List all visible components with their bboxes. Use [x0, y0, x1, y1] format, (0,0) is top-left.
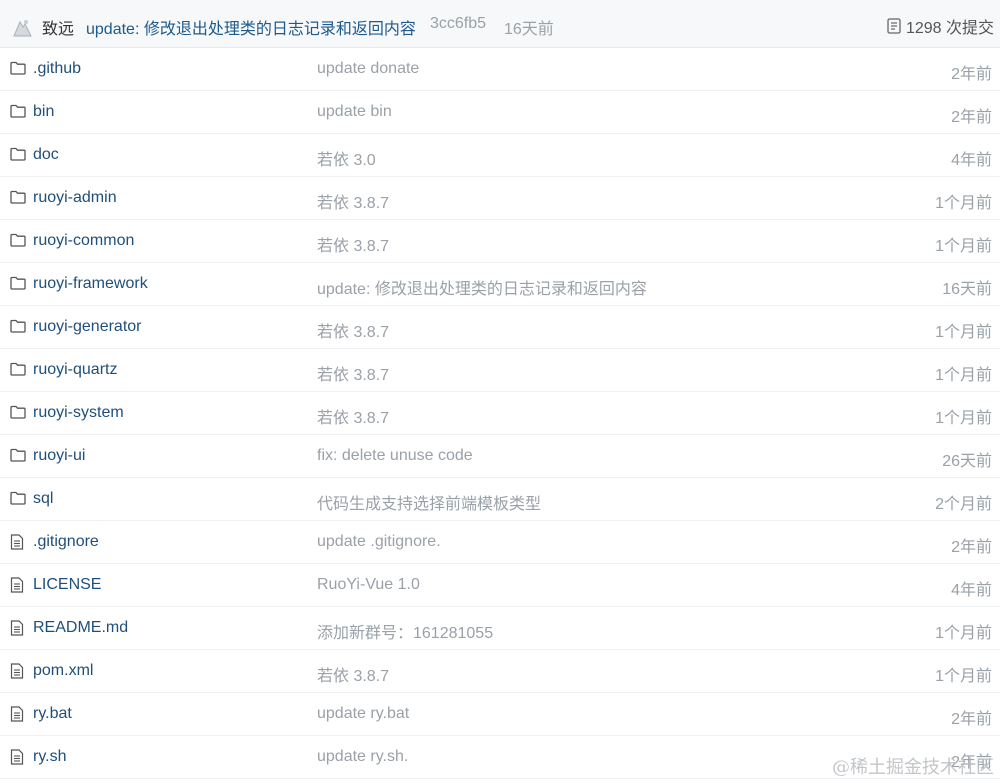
file-commit-time: 26天前: [942, 453, 992, 470]
file-icon: [10, 663, 24, 684]
folder-icon: [10, 233, 26, 252]
file-commit-message[interactable]: 若依 3.8.7: [317, 662, 389, 686]
latest-commit-bar: 致远 update: 修改退出处理类的日志记录和返回内容 3cc6fb5 16天…: [0, 0, 1000, 48]
file-commit-message[interactable]: 若依 3.8.7: [317, 232, 389, 256]
file-name-link[interactable]: README.md: [33, 619, 128, 637]
file-name-link[interactable]: ruoyi-generator: [33, 318, 142, 336]
commit-log-icon: [887, 18, 901, 34]
file-commit-message[interactable]: 若依 3.8.7: [317, 404, 389, 428]
file-commit-time: 1个月前: [935, 668, 992, 685]
commit-time: 16天前: [504, 21, 554, 38]
file-commit-message[interactable]: update bin: [317, 103, 392, 121]
file-commit-message[interactable]: 若依 3.8.7: [317, 189, 389, 213]
commit-message-link[interactable]: update: 修改退出处理类的日志记录和返回内容: [86, 15, 416, 39]
file-name-link[interactable]: bin: [33, 103, 54, 121]
file-row[interactable]: ruoyi-common 若依 3.8.7 1个月前: [0, 220, 1000, 263]
folder-icon: [10, 276, 26, 295]
file-name-link[interactable]: LICENSE: [33, 576, 101, 594]
file-commit-time: 2年前: [951, 66, 992, 83]
file-commit-message[interactable]: fix: delete unuse code: [317, 447, 473, 465]
folder-icon: [10, 319, 26, 338]
file-commit-message[interactable]: update ry.bat: [317, 705, 409, 723]
file-icon: [10, 534, 24, 555]
file-row[interactable]: sql 代码生成支持选择前端模板类型 2个月前: [0, 478, 1000, 521]
folder-icon: [10, 448, 26, 467]
file-row[interactable]: bin update bin 2年前: [0, 91, 1000, 134]
folder-icon: [10, 147, 26, 166]
file-commit-message[interactable]: update ry.sh.: [317, 748, 408, 766]
commit-count-link[interactable]: 1298 次提交: [887, 14, 994, 38]
file-name-link[interactable]: sql: [33, 490, 53, 508]
file-name-link[interactable]: ruoyi-common: [33, 232, 134, 250]
file-commit-message[interactable]: 添加新群号：161281055: [317, 619, 493, 643]
file-commit-time: 4年前: [951, 152, 992, 169]
file-row[interactable]: .github update donate 2年前: [0, 48, 1000, 91]
file-commit-message[interactable]: 若依 3.0: [317, 146, 376, 170]
file-icon: [10, 620, 24, 641]
commit-author[interactable]: 致远: [42, 15, 74, 39]
file-row[interactable]: doc 若依 3.0 4年前: [0, 134, 1000, 177]
file-name-link[interactable]: ruoyi-framework: [33, 275, 148, 293]
file-row[interactable]: README.md 添加新群号：161281055 1个月前: [0, 607, 1000, 650]
file-icon: [10, 706, 24, 727]
file-row[interactable]: ruoyi-generator 若依 3.8.7 1个月前: [0, 306, 1000, 349]
file-name-link[interactable]: doc: [33, 146, 59, 164]
file-name-link[interactable]: ruoyi-ui: [33, 447, 85, 465]
file-commit-time: 16天前: [942, 281, 992, 298]
file-commit-time: 1个月前: [935, 410, 992, 427]
file-name-link[interactable]: ruoyi-quartz: [33, 361, 117, 379]
file-commit-time: 2年前: [951, 109, 992, 126]
file-row[interactable]: LICENSE RuoYi-Vue 1.0 4年前: [0, 564, 1000, 607]
file-row[interactable]: ry.bat update ry.bat 2年前: [0, 693, 1000, 736]
folder-icon: [10, 491, 26, 510]
file-commit-message[interactable]: 若依 3.8.7: [317, 361, 389, 385]
file-icon: [10, 749, 24, 770]
folder-icon: [10, 405, 26, 424]
file-commit-message[interactable]: update donate: [317, 60, 419, 78]
file-commit-time: 1个月前: [935, 367, 992, 384]
file-row[interactable]: pom.xml 若依 3.8.7 1个月前: [0, 650, 1000, 693]
file-name-link[interactable]: ruoyi-admin: [33, 189, 117, 207]
file-name-link[interactable]: .gitignore: [33, 533, 99, 551]
file-commit-time: 1个月前: [935, 238, 992, 255]
folder-icon: [10, 61, 26, 80]
file-commit-time: 1个月前: [935, 324, 992, 341]
file-commit-time: 4年前: [951, 582, 992, 599]
file-row[interactable]: ruoyi-ui fix: delete unuse code 26天前: [0, 435, 1000, 478]
file-name-link[interactable]: ruoyi-system: [33, 404, 124, 422]
commit-count: 1298 次提交: [905, 20, 994, 37]
file-commit-message[interactable]: update .gitignore.: [317, 533, 441, 551]
file-name-link[interactable]: ry.sh: [33, 748, 66, 766]
file-row[interactable]: ruoyi-quartz 若依 3.8.7 1个月前: [0, 349, 1000, 392]
file-name-link[interactable]: .github: [33, 60, 81, 78]
folder-icon: [10, 362, 26, 381]
file-commit-message[interactable]: update: 修改退出处理类的日志记录和返回内容: [317, 275, 647, 299]
author-avatar[interactable]: [11, 16, 33, 38]
file-icon: [10, 577, 24, 598]
file-commit-message[interactable]: 代码生成支持选择前端模板类型: [317, 490, 541, 514]
file-commit-time: 2年前: [951, 711, 992, 728]
file-row[interactable]: .gitignore update .gitignore. 2年前: [0, 521, 1000, 564]
folder-icon: [10, 104, 26, 123]
file-commit-time: 1个月前: [935, 195, 992, 212]
file-row[interactable]: ruoyi-system 若依 3.8.7 1个月前: [0, 392, 1000, 435]
file-commit-time: 1个月前: [935, 625, 992, 642]
file-name-link[interactable]: pom.xml: [33, 662, 93, 680]
file-commit-message[interactable]: 若依 3.8.7: [317, 318, 389, 342]
file-row[interactable]: ruoyi-framework update: 修改退出处理类的日志记录和返回内容…: [0, 263, 1000, 306]
commit-sha[interactable]: 3cc6fb5: [430, 15, 486, 33]
folder-icon: [10, 190, 26, 209]
watermark: @稀土掘金技术社区: [832, 757, 994, 778]
file-row[interactable]: ruoyi-admin 若依 3.8.7 1个月前: [0, 177, 1000, 220]
file-name-link[interactable]: ry.bat: [33, 705, 72, 723]
file-commit-message[interactable]: RuoYi-Vue 1.0: [317, 576, 420, 594]
file-commit-time: 2个月前: [935, 496, 992, 513]
file-commit-time: 2年前: [951, 539, 992, 556]
